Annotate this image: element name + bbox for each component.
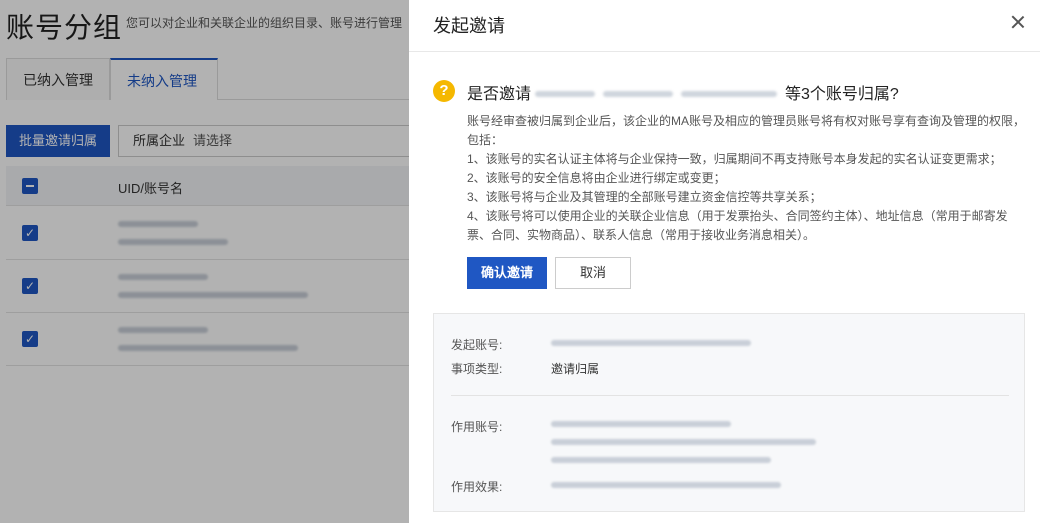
description-line: 2、该账号的安全信息将由企业进行绑定或变更； [467,171,726,185]
blurred-account-name [535,84,781,102]
drawer-header: 发起邀请 [409,0,1040,52]
type-label: 事项类型: [451,362,503,376]
blurred-initiator-account [551,340,751,346]
close-icon[interactable] [1010,14,1026,30]
description-line: 账号经审查被归属到企业后，该企业的MA账号及相应的管理员账号将有权对账号享有查询… [467,114,1026,147]
question-icon: ? [433,80,455,102]
description-line: 1、该账号的实名认证主体将与企业保持一致，归属期间不再支持账号本身发起的实名认证… [467,152,1002,166]
blurred-target-account [551,421,731,427]
invite-info-panel: 发起账号: 事项类型: 邀请归属 作用账号: 作用效果: [433,313,1025,512]
description-line: 4、该账号将可以使用企业的关联企业信息（用于发票抬头、合同签约主体）、地址信息（… [467,209,1008,242]
confirm-invite-button[interactable]: 确认邀请 [467,257,547,289]
invite-drawer: 发起邀请 ? 是否邀请 等3个账号归属? 账号经审查被归属到企业后，该企业的MA账… [409,0,1040,523]
initiator-label: 发起账号: [451,338,503,352]
effect-label: 作用效果: [451,480,503,494]
blurred-target-account [551,457,771,463]
invite-description: 账号经审查被归属到企业后，该企业的MA账号及相应的管理员账号将有权对账号享有查询… [467,112,1027,245]
divider [451,395,1009,396]
blurred-effect [551,482,781,488]
drawer-title: 发起邀请 [433,16,505,36]
cancel-button[interactable]: 取消 [555,257,631,289]
blurred-target-account [551,439,816,445]
question-suffix: 等3个账号归属? [785,86,899,103]
description-line: 3、该账号将与企业及其管理的全部账号建立资金信控等共享关系； [467,190,822,204]
type-value: 邀请归属 [551,362,600,376]
question-prefix: 是否邀请 [467,86,532,103]
invite-question: 是否邀请 等3个账号归属? [467,80,899,104]
target-accounts-label: 作用账号: [451,420,503,434]
